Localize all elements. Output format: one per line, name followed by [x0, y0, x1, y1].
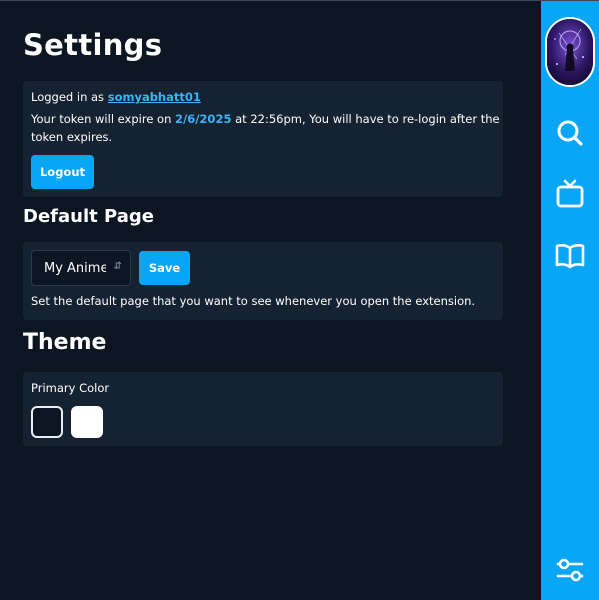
- theme-card: Primary Color: [23, 372, 503, 446]
- default-page-select[interactable]: My Anime ⇵: [31, 250, 131, 286]
- avatar[interactable]: [545, 17, 595, 87]
- settings-panel: Settings Logged in as somyabhatt01 Your …: [0, 0, 541, 600]
- logout-button[interactable]: Logout: [31, 155, 94, 189]
- default-page-description: Set the default page that you want to se…: [31, 294, 476, 308]
- settings-sliders-icon[interactable]: [554, 554, 586, 586]
- token-expiry-line: Your token will expire on 2/6/2025 at 22…: [31, 112, 500, 126]
- theme-heading: Theme: [23, 330, 107, 355]
- default-page-card: My Anime ⇵ Save Set the default page tha…: [23, 242, 503, 320]
- color-swatch-white[interactable]: [71, 406, 103, 438]
- search-icon[interactable]: [554, 117, 586, 149]
- book-icon[interactable]: [554, 240, 586, 272]
- sidebar: [541, 1, 599, 600]
- tv-icon[interactable]: [554, 178, 586, 210]
- auth-card: Logged in as somyabhatt01 Your token wil…: [23, 81, 503, 197]
- default-page-select-value: My Anime: [44, 260, 106, 276]
- token-suffix: at 22:56pm, You will have to re-login af…: [231, 112, 500, 126]
- primary-color-label: Primary Color: [31, 381, 110, 395]
- default-page-heading: Default Page: [23, 206, 154, 227]
- select-arrows-icon: ⇵: [113, 261, 122, 272]
- save-button[interactable]: Save: [139, 251, 190, 285]
- token-prefix: Your token will expire on: [31, 112, 176, 126]
- expiry-date: 2/6/2025: [175, 112, 232, 126]
- logged-in-line: Logged in as somyabhatt01: [31, 90, 201, 104]
- username-link[interactable]: somyabhatt01: [108, 90, 201, 104]
- page-title: Settings: [23, 28, 163, 62]
- avatar-image: [547, 19, 593, 85]
- app-window: Settings Logged in as somyabhatt01 Your …: [0, 0, 599, 600]
- token-expiry-line-2: token expires.: [31, 130, 113, 144]
- logged-in-prefix: Logged in as: [31, 90, 108, 104]
- color-swatch-dark[interactable]: [31, 406, 63, 438]
